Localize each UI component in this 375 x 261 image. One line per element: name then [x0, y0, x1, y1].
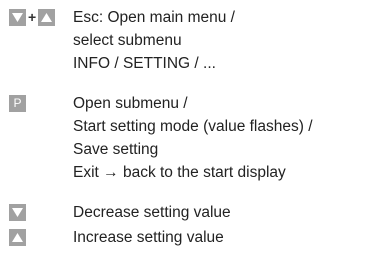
legend-text-increase: Increase setting value: [73, 226, 224, 249]
down-arrow-key-icon: [9, 9, 26, 26]
legend-line: Start setting mode (value flashes) /: [73, 118, 313, 135]
key-down-wrapper: [9, 204, 26, 221]
p-key-icon: P: [9, 95, 26, 112]
legend-text-p: Open submenu / Start setting mode (value…: [73, 92, 313, 184]
key-combo-down-up: +: [9, 9, 56, 26]
key-up-wrapper: [9, 229, 26, 246]
legend-line: Increase setting value: [73, 229, 224, 246]
legend-line: Esc: Open main menu /: [73, 9, 235, 26]
down-arrow-key-icon: [9, 204, 26, 221]
legend-text-esc: Esc: Open main menu / select submenu INF…: [73, 6, 235, 75]
legend-line: INFO / SETTING / ...: [73, 55, 216, 72]
legend-line: Save setting: [73, 141, 159, 158]
up-arrow-key-icon: [38, 9, 56, 26]
key-p-wrapper: P: [9, 95, 26, 112]
legend-line: Open submenu /: [73, 95, 188, 112]
legend-line: select submenu: [73, 32, 182, 49]
legend-line: Exit → back to the start display: [73, 164, 286, 181]
up-arrow-key-icon: [9, 229, 26, 246]
legend-line: Decrease setting value: [73, 204, 231, 221]
plus-separator: +: [28, 9, 37, 25]
legend-text-decrease: Decrease setting value: [73, 201, 231, 224]
